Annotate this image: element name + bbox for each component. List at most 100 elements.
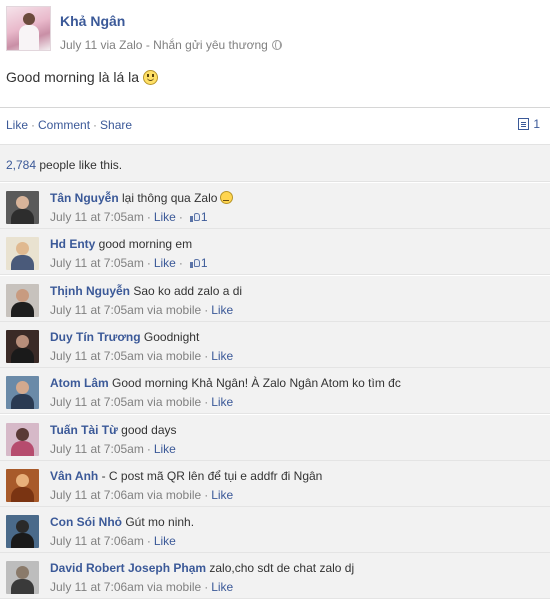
separator-dot: · — [204, 580, 209, 595]
commenter-avatar[interactable] — [6, 422, 39, 456]
comment-like-button[interactable]: Like — [154, 256, 176, 270]
comment-timestamp[interactable]: July 11 at 7:05am — [50, 210, 144, 224]
comment-line: Duy Tín Trương Goodnight — [50, 330, 545, 344]
comment-timestamp[interactable]: July 11 at 7:05am — [50, 442, 144, 456]
comment-like-count[interactable]: 1 — [201, 256, 208, 270]
comment-via: via mobile — [143, 580, 202, 595]
comment-meta: July 11 at 7:05am · Like · 1 — [50, 210, 545, 224]
emoji-icon — [220, 191, 234, 204]
comment-meta: July 11 at 7:06am · Like — [50, 534, 545, 548]
commenter-avatar[interactable] — [6, 237, 39, 271]
likes-summary: 2,784 people like this. — [0, 144, 550, 182]
share-count-value: 1 — [533, 117, 540, 131]
comment-line: Vân Anh - C post mã QR lên để tụi e addf… — [50, 469, 545, 483]
comment-timestamp[interactable]: July 11 at 7:06am — [50, 488, 144, 502]
commenter-avatar[interactable] — [6, 515, 39, 549]
comment-text: good morning em — [95, 237, 193, 252]
comment-like-button[interactable]: Like — [154, 442, 176, 456]
commenter-name[interactable]: David Robert Joseph Phạm — [50, 561, 206, 575]
commenter-name[interactable]: Atom Lâm — [50, 376, 109, 390]
comment-meta: July 11 at 7:05am via mobile · Like — [50, 395, 545, 409]
thumbs-up-icon — [189, 258, 200, 269]
comment-timestamp[interactable]: July 11 at 7:05am — [50, 303, 144, 317]
post-meta-text: July 11 via Zalo - Nhắn gửi yêu thương — [60, 38, 268, 52]
author-avatar[interactable] — [6, 6, 51, 51]
comment-timestamp[interactable]: July 11 at 7:05am — [50, 256, 144, 270]
separator-dot: · — [31, 118, 36, 132]
comment-line: Tuấn Tài Từ good days — [50, 423, 545, 437]
likes-text: 2,784 people like this. — [6, 158, 122, 172]
comment-via: via mobile — [143, 302, 202, 317]
comment-like-button[interactable]: Like — [154, 210, 176, 224]
comment-text: Goodnight — [140, 329, 200, 344]
post-text-content: Good morning là lá la — [6, 69, 140, 85]
globe-icon[interactable] — [271, 40, 282, 50]
comment-text: Sao ko add zalo a di — [130, 283, 243, 298]
commenter-avatar[interactable] — [6, 329, 39, 363]
separator-dot: · — [178, 256, 183, 271]
comment-timestamp[interactable]: July 11 at 7:06am — [50, 580, 144, 594]
commenter-avatar[interactable] — [6, 191, 39, 224]
comment-button[interactable]: Comment — [38, 118, 90, 132]
divider — [0, 107, 550, 108]
comment-body: Tuấn Tài Từ good days July 11 at 7:05am · L… — [50, 423, 545, 456]
comment-text: - C post mã QR lên để tụi e addfr đi Ngâ… — [98, 468, 323, 483]
comment-like-button[interactable]: Like — [211, 580, 233, 594]
share-button[interactable]: Share — [100, 118, 132, 132]
comment-item: David Robert Joseph Phạm zalo,cho sdt de… — [0, 553, 550, 600]
likes-label: people like this. — [36, 158, 123, 172]
comment-item: Atom Lâm Good morning Khả Ngân! À Zalo N… — [0, 368, 550, 415]
comment-meta: July 11 at 7:05am via mobile · Like — [50, 349, 545, 363]
smiley-icon — [143, 70, 159, 85]
comment-like-count[interactable]: 1 — [201, 210, 208, 224]
comment-body: David Robert Joseph Phạm zalo,cho sdt de… — [50, 561, 545, 594]
comment-text: Gút mo ninh. — [122, 515, 195, 530]
share-count[interactable]: 1 — [518, 117, 540, 131]
commenter-name[interactable]: Tân Nguyễn — [50, 191, 119, 205]
comment-line: Atom Lâm Good morning Khả Ngân! À Zalo N… — [50, 376, 545, 390]
separator-dot: · — [204, 395, 209, 410]
thumbs-up-icon — [189, 212, 200, 222]
commenter-name[interactable]: Con Sói Nhỏ — [50, 515, 122, 529]
commenter-name[interactable]: Tuấn Tài Từ — [50, 423, 118, 437]
comment-item: Tuấn Tài Từ good days July 11 at 7:05am · L… — [0, 414, 550, 461]
comment-line: Hd Enty good morning em — [50, 237, 545, 251]
comment-via: via mobile — [143, 348, 202, 363]
comment-item: Duy Tín Trương Goodnight July 11 at 7:05a… — [0, 321, 550, 368]
comment-timestamp[interactable]: July 11 at 7:05am — [50, 349, 144, 363]
commenter-name[interactable]: Duy Tín Trương — [50, 330, 141, 344]
post-actions: Like · Comment · Share — [6, 118, 132, 132]
commenter-avatar[interactable] — [6, 376, 39, 410]
comment-timestamp[interactable]: July 11 at 7:05am — [50, 395, 144, 409]
like-button[interactable]: Like — [6, 118, 28, 132]
commenter-name[interactable]: Vân Anh — [50, 469, 98, 483]
separator-dot: · — [93, 118, 98, 132]
comment-like-button[interactable]: Like — [211, 349, 233, 363]
comment-timestamp[interactable]: July 11 at 7:06am — [50, 534, 144, 548]
separator-dot: · — [146, 210, 151, 224]
likes-count[interactable]: 2,784 — [6, 158, 36, 172]
comment-body: Hd Enty good morning em July 11 at 7:05am… — [50, 237, 545, 270]
comment-item: Thịnh Nguyễn Sao ko add zalo a di July 11… — [0, 275, 550, 322]
post-text: Good morning là lá la — [6, 69, 159, 85]
separator-dot: · — [146, 256, 151, 271]
separator-dot: · — [204, 348, 209, 363]
author-name[interactable]: Khả Ngân — [60, 13, 125, 29]
commenter-avatar[interactable] — [6, 283, 39, 317]
comment-via: via mobile — [143, 395, 202, 410]
comment-like-button[interactable]: Like — [211, 303, 233, 317]
post-meta: July 11 via Zalo - Nhắn gửi yêu thương — [60, 38, 282, 52]
comment-like-button[interactable]: Like — [154, 534, 176, 548]
share-count-icon — [518, 118, 530, 130]
comment-meta: July 11 at 7:05am · Like — [50, 442, 545, 456]
separator-dot: · — [146, 534, 151, 549]
comment-line: Thịnh Nguyễn Sao ko add zalo a di — [50, 284, 545, 298]
commenter-avatar[interactable] — [6, 468, 39, 502]
comment-like-button[interactable]: Like — [211, 395, 233, 409]
comment-item: Con Sói Nhỏ Gút mo ninh. July 11 at 7:06a… — [0, 507, 550, 554]
commenter-avatar[interactable] — [6, 561, 39, 595]
commenter-name[interactable]: Thịnh Nguyễn — [50, 284, 130, 298]
commenter-name[interactable]: Hd Enty — [50, 237, 95, 251]
comment-body: Tân Nguyễn lại thông qua Zalo July 11 at … — [50, 191, 545, 224]
comment-like-button[interactable]: Like — [211, 488, 233, 502]
